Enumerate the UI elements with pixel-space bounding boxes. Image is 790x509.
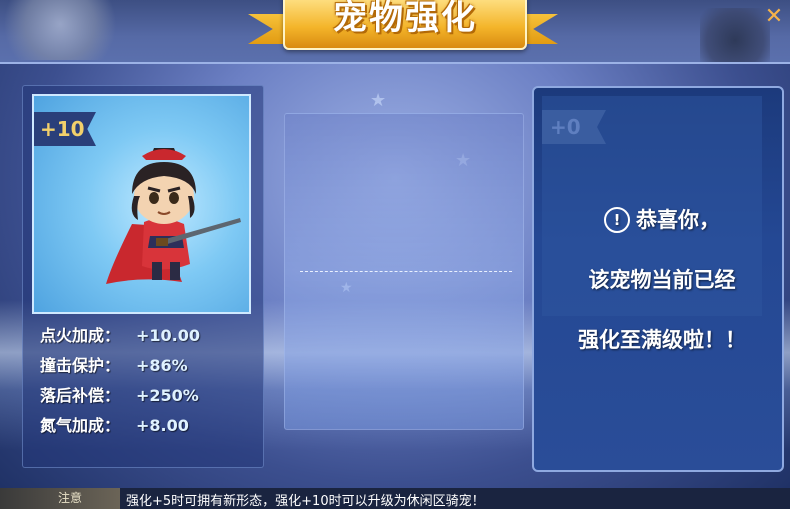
close-button[interactable]: ✕: [760, 4, 788, 30]
stat-value: +86%: [136, 356, 188, 375]
stat-value: +250%: [136, 386, 199, 405]
result-level-tag: +0: [542, 110, 606, 144]
message-line-1: ! 恭喜你，: [540, 204, 784, 234]
header-decoration-left: [0, 0, 120, 60]
message-text: 恭喜你，: [636, 208, 720, 232]
stat-row-ignition: 点火加成： +10.00: [40, 322, 200, 346]
star-decoration: ★: [370, 90, 387, 111]
stat-row-catchup: 落后补偿： +250%: [40, 382, 199, 406]
stat-label: 落后补偿：: [40, 386, 121, 405]
exclamation-icon: !: [604, 207, 630, 233]
stat-label: 点火加成：: [40, 326, 121, 345]
stat-row-collision: 撞击保护： +86%: [40, 352, 188, 376]
stat-value: +8.00: [136, 416, 189, 435]
message-line-2: 该宠物当前已经: [588, 268, 736, 292]
stat-row-nitro: 氮气加成： +8.00: [40, 412, 189, 436]
stat-label: 氮气加成：: [40, 416, 121, 435]
pet-character-image: [106, 148, 241, 284]
stat-label: 撞击保护：: [40, 356, 121, 375]
footer-notice-label: 注意: [0, 488, 120, 509]
footer-tip: 强化+5时可拥有新形态，强化+10时可以升级为休闲区骑宠！: [126, 494, 485, 509]
stat-value: +10.00: [136, 326, 201, 345]
pet-level-tag: +10: [34, 112, 96, 146]
message-line-3: 强化至满级啦！！: [578, 328, 746, 352]
divider: [300, 271, 512, 272]
title-banner: 宠物强化: [248, 0, 558, 50]
pet-card: +10: [32, 94, 251, 314]
page-title: 宠物强化: [333, 0, 477, 38]
